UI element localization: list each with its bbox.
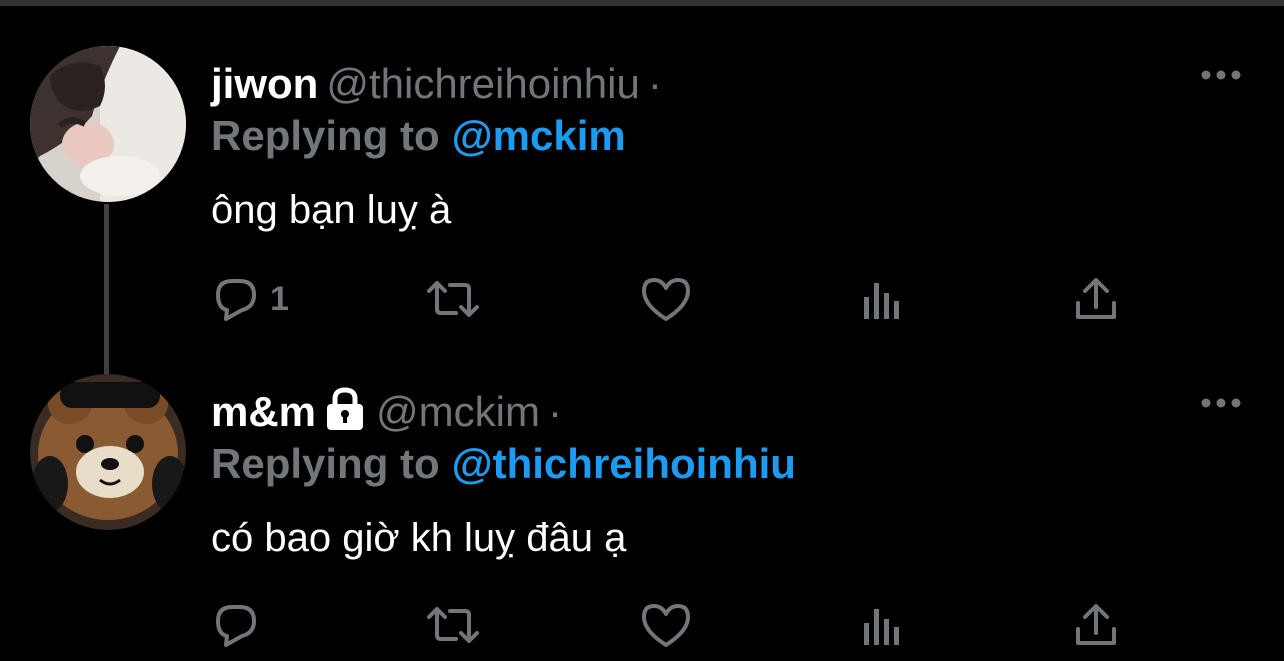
views-button[interactable] — [858, 274, 906, 324]
display-name[interactable]: m&m — [211, 388, 316, 435]
retweet-button[interactable] — [424, 274, 482, 324]
reply-icon — [212, 275, 260, 323]
replying-to-label: Replying to — [211, 112, 440, 159]
retweet-button[interactable] — [424, 600, 482, 650]
avatar[interactable] — [30, 46, 186, 202]
replying-to-mention[interactable]: @mckim — [452, 112, 626, 159]
share-icon — [1072, 275, 1120, 323]
top-divider — [0, 0, 1284, 6]
views-button[interactable] — [858, 600, 906, 650]
tweet-text: có bao giờ kh luỵ đâu ạ — [211, 516, 627, 560]
like-button[interactable] — [640, 274, 692, 324]
avatar[interactable] — [30, 374, 186, 530]
thread-connector-line — [104, 204, 109, 374]
more-icon[interactable] — [1198, 62, 1244, 88]
separator-dot: · — [647, 60, 662, 107]
reply-button[interactable]: 1 — [212, 274, 289, 324]
reply-button[interactable] — [212, 600, 270, 650]
reply-count: 1 — [270, 280, 289, 318]
share-icon — [1072, 601, 1120, 649]
retweet-icon — [424, 601, 482, 649]
tweet-header: m&m @mckim · — [211, 384, 562, 440]
views-icon — [858, 601, 906, 649]
tweet-thread: jiwon @thichreihoinhiu · Replying to @mckim… — [0, 0, 1284, 661]
user-handle[interactable]: @mckim — [376, 388, 540, 435]
display-name[interactable]: jiwon — [211, 60, 318, 107]
reply-icon — [212, 601, 260, 649]
heart-icon — [640, 601, 692, 649]
replying-to-mention[interactable]: @thichreihoinhiu — [452, 440, 796, 487]
tweet-header: jiwon @thichreihoinhiu · — [211, 56, 662, 112]
replying-to: Replying to @thichreihoinhiu — [211, 436, 796, 492]
separator-dot: · — [547, 388, 562, 435]
tweet-text: ông bạn luỵ à — [211, 188, 452, 232]
user-handle[interactable]: @thichreihoinhiu — [326, 60, 639, 107]
more-icon[interactable] — [1198, 390, 1244, 416]
like-button[interactable] — [640, 600, 692, 650]
lock-icon — [322, 386, 368, 432]
share-button[interactable] — [1072, 274, 1120, 324]
share-button[interactable] — [1072, 600, 1120, 650]
heart-icon — [640, 275, 692, 323]
replying-to-label: Replying to — [211, 440, 440, 487]
replying-to: Replying to @mckim — [211, 108, 626, 164]
retweet-icon — [424, 275, 482, 323]
views-icon — [858, 275, 906, 323]
